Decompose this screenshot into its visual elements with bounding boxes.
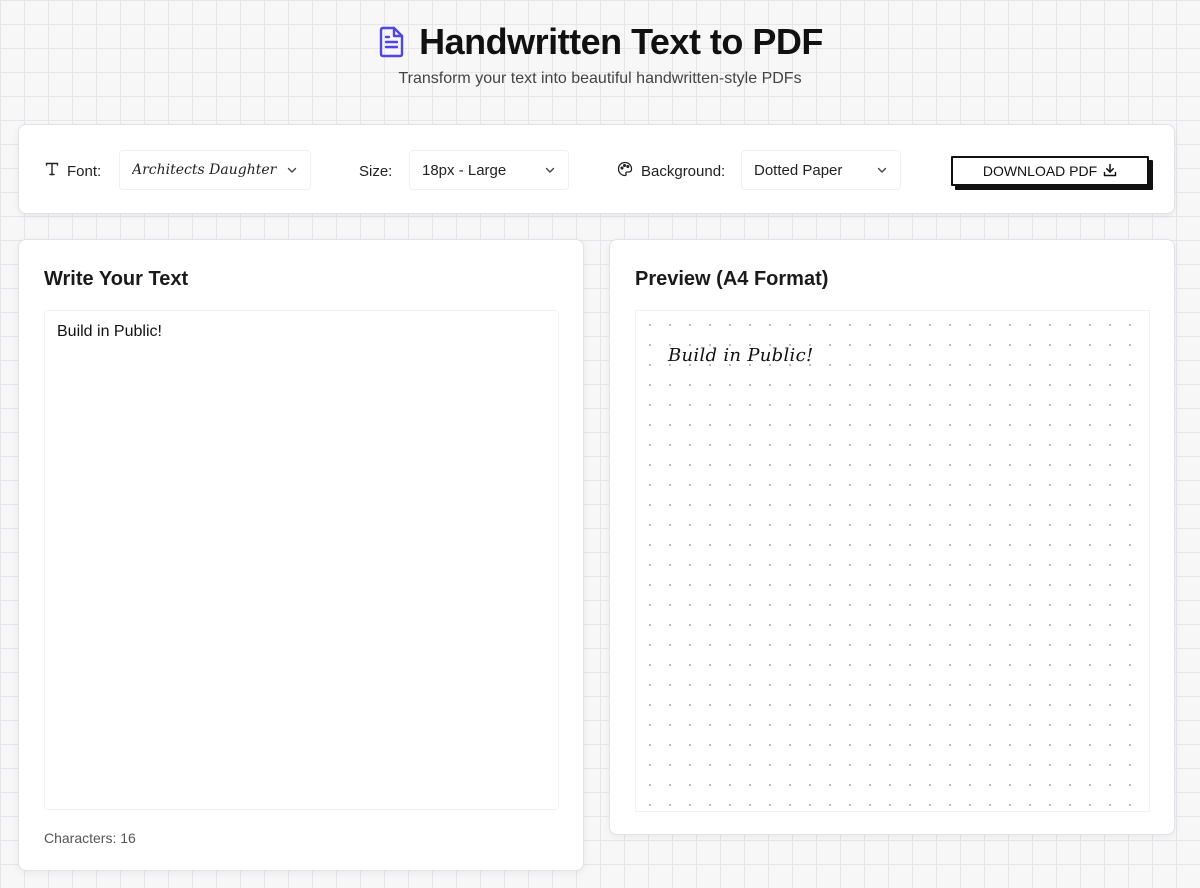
text-input-area[interactable]: Build in Public! bbox=[44, 310, 559, 810]
page-subtitle: Transform your text into beautiful handw… bbox=[398, 70, 802, 87]
app-header: Handwritten Text to PDF Transform your t… bbox=[0, 21, 1200, 88]
download-pdf-button[interactable]: DOWNLOAD PDF bbox=[951, 156, 1149, 186]
font-label-text: Font: bbox=[67, 162, 102, 180]
font-select-value: Architects Daughter bbox=[132, 162, 277, 178]
background-label-text: Background: bbox=[641, 162, 726, 180]
palette-icon bbox=[617, 161, 633, 181]
type-icon bbox=[45, 162, 59, 180]
font-label: Font: bbox=[45, 161, 101, 181]
editor-panel: Write Your Text Build in Public! Charact… bbox=[18, 239, 584, 871]
character-count-value: 16 bbox=[120, 830, 136, 846]
document-icon bbox=[377, 26, 405, 58]
chevron-down-icon bbox=[545, 167, 555, 173]
chevron-down-icon bbox=[287, 167, 297, 173]
size-select-value: 18px - Large bbox=[422, 161, 507, 179]
background-select[interactable]: Dotted Paper bbox=[741, 150, 901, 190]
editor-title: Write Your Text bbox=[44, 268, 189, 290]
character-count: Characters: 16 bbox=[44, 830, 136, 846]
character-count-label: Characters: bbox=[44, 830, 117, 846]
options-toolbar: Font: Architects Daughter Size: 18px - L… bbox=[18, 124, 1175, 214]
background-select-value: Dotted Paper bbox=[754, 161, 843, 179]
page-title: Handwritten Text to PDF bbox=[419, 21, 823, 62]
preview-page: Build in Public! bbox=[635, 310, 1150, 812]
background-label: Background: bbox=[617, 161, 725, 181]
chevron-down-icon bbox=[877, 167, 887, 173]
size-label: Size: bbox=[359, 161, 392, 181]
download-button-label: DOWNLOAD PDF bbox=[982, 163, 1098, 179]
download-icon bbox=[1103, 163, 1117, 180]
font-select[interactable]: Architects Daughter bbox=[119, 150, 311, 190]
title-row: Handwritten Text to PDF bbox=[0, 21, 1200, 62]
preview-panel: Preview (A4 Format) Build in Public! bbox=[609, 239, 1175, 835]
preview-text: Build in Public! bbox=[668, 345, 814, 366]
preview-title: Preview (A4 Format) bbox=[635, 268, 829, 290]
size-select[interactable]: 18px - Large bbox=[409, 150, 569, 190]
size-label-text: Size: bbox=[359, 162, 393, 180]
